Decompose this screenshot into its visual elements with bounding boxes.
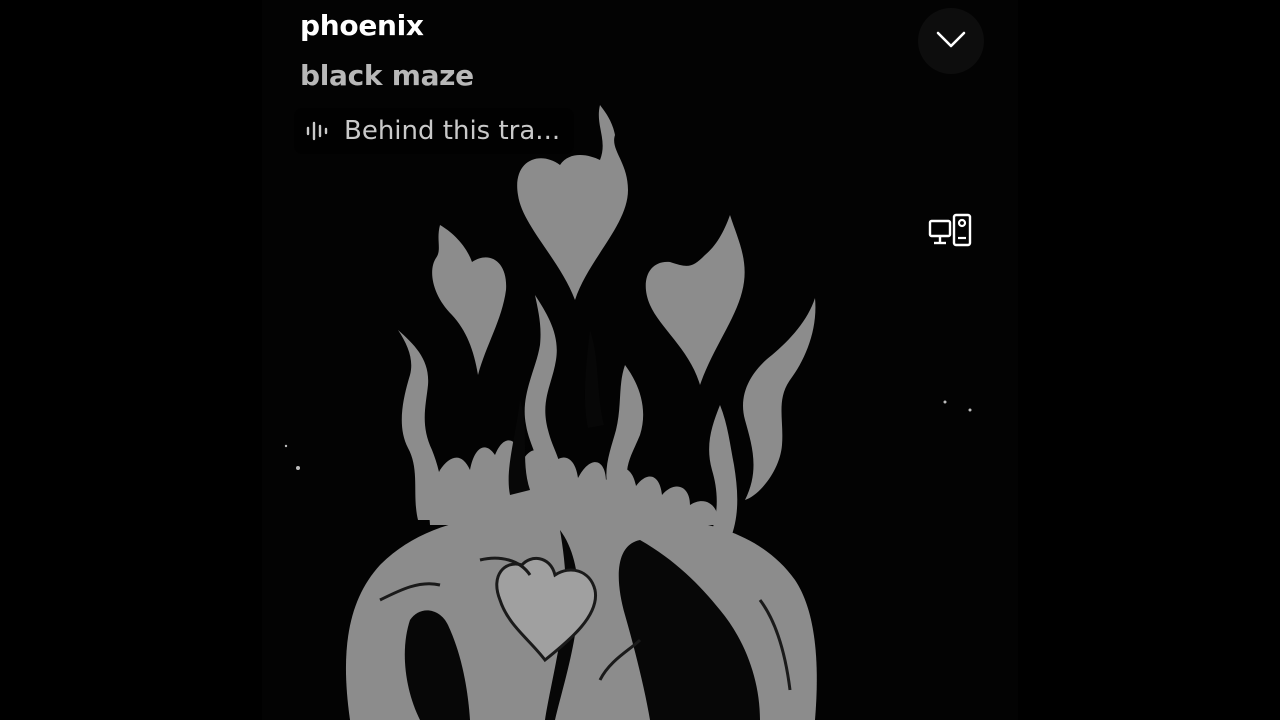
flame-shadow-2 xyxy=(584,330,604,428)
speckle xyxy=(943,400,947,404)
heart-flame-left xyxy=(432,225,507,375)
album-artwork xyxy=(284,105,972,720)
track-title[interactable]: phoenix xyxy=(300,8,424,44)
chevron-down-icon xyxy=(934,22,968,60)
heart-flame-right xyxy=(645,215,745,385)
now-playing-screen: phoenix black maze Behind this tra... xyxy=(0,0,1280,720)
speckle xyxy=(296,466,300,470)
sound-wave-icon xyxy=(304,117,332,145)
speckle xyxy=(284,444,288,448)
speckle xyxy=(968,408,972,412)
flame-far-right xyxy=(743,298,816,500)
flame-base xyxy=(429,440,719,525)
track-artist[interactable]: black maze xyxy=(300,58,474,94)
collapse-player-button[interactable] xyxy=(918,8,984,74)
behind-the-track-label: Behind this tra... xyxy=(344,116,561,146)
connect-devices-icon xyxy=(927,212,975,256)
connect-devices-button[interactable] xyxy=(924,210,978,258)
behind-the-track-button[interactable]: Behind this tra... xyxy=(294,108,575,154)
